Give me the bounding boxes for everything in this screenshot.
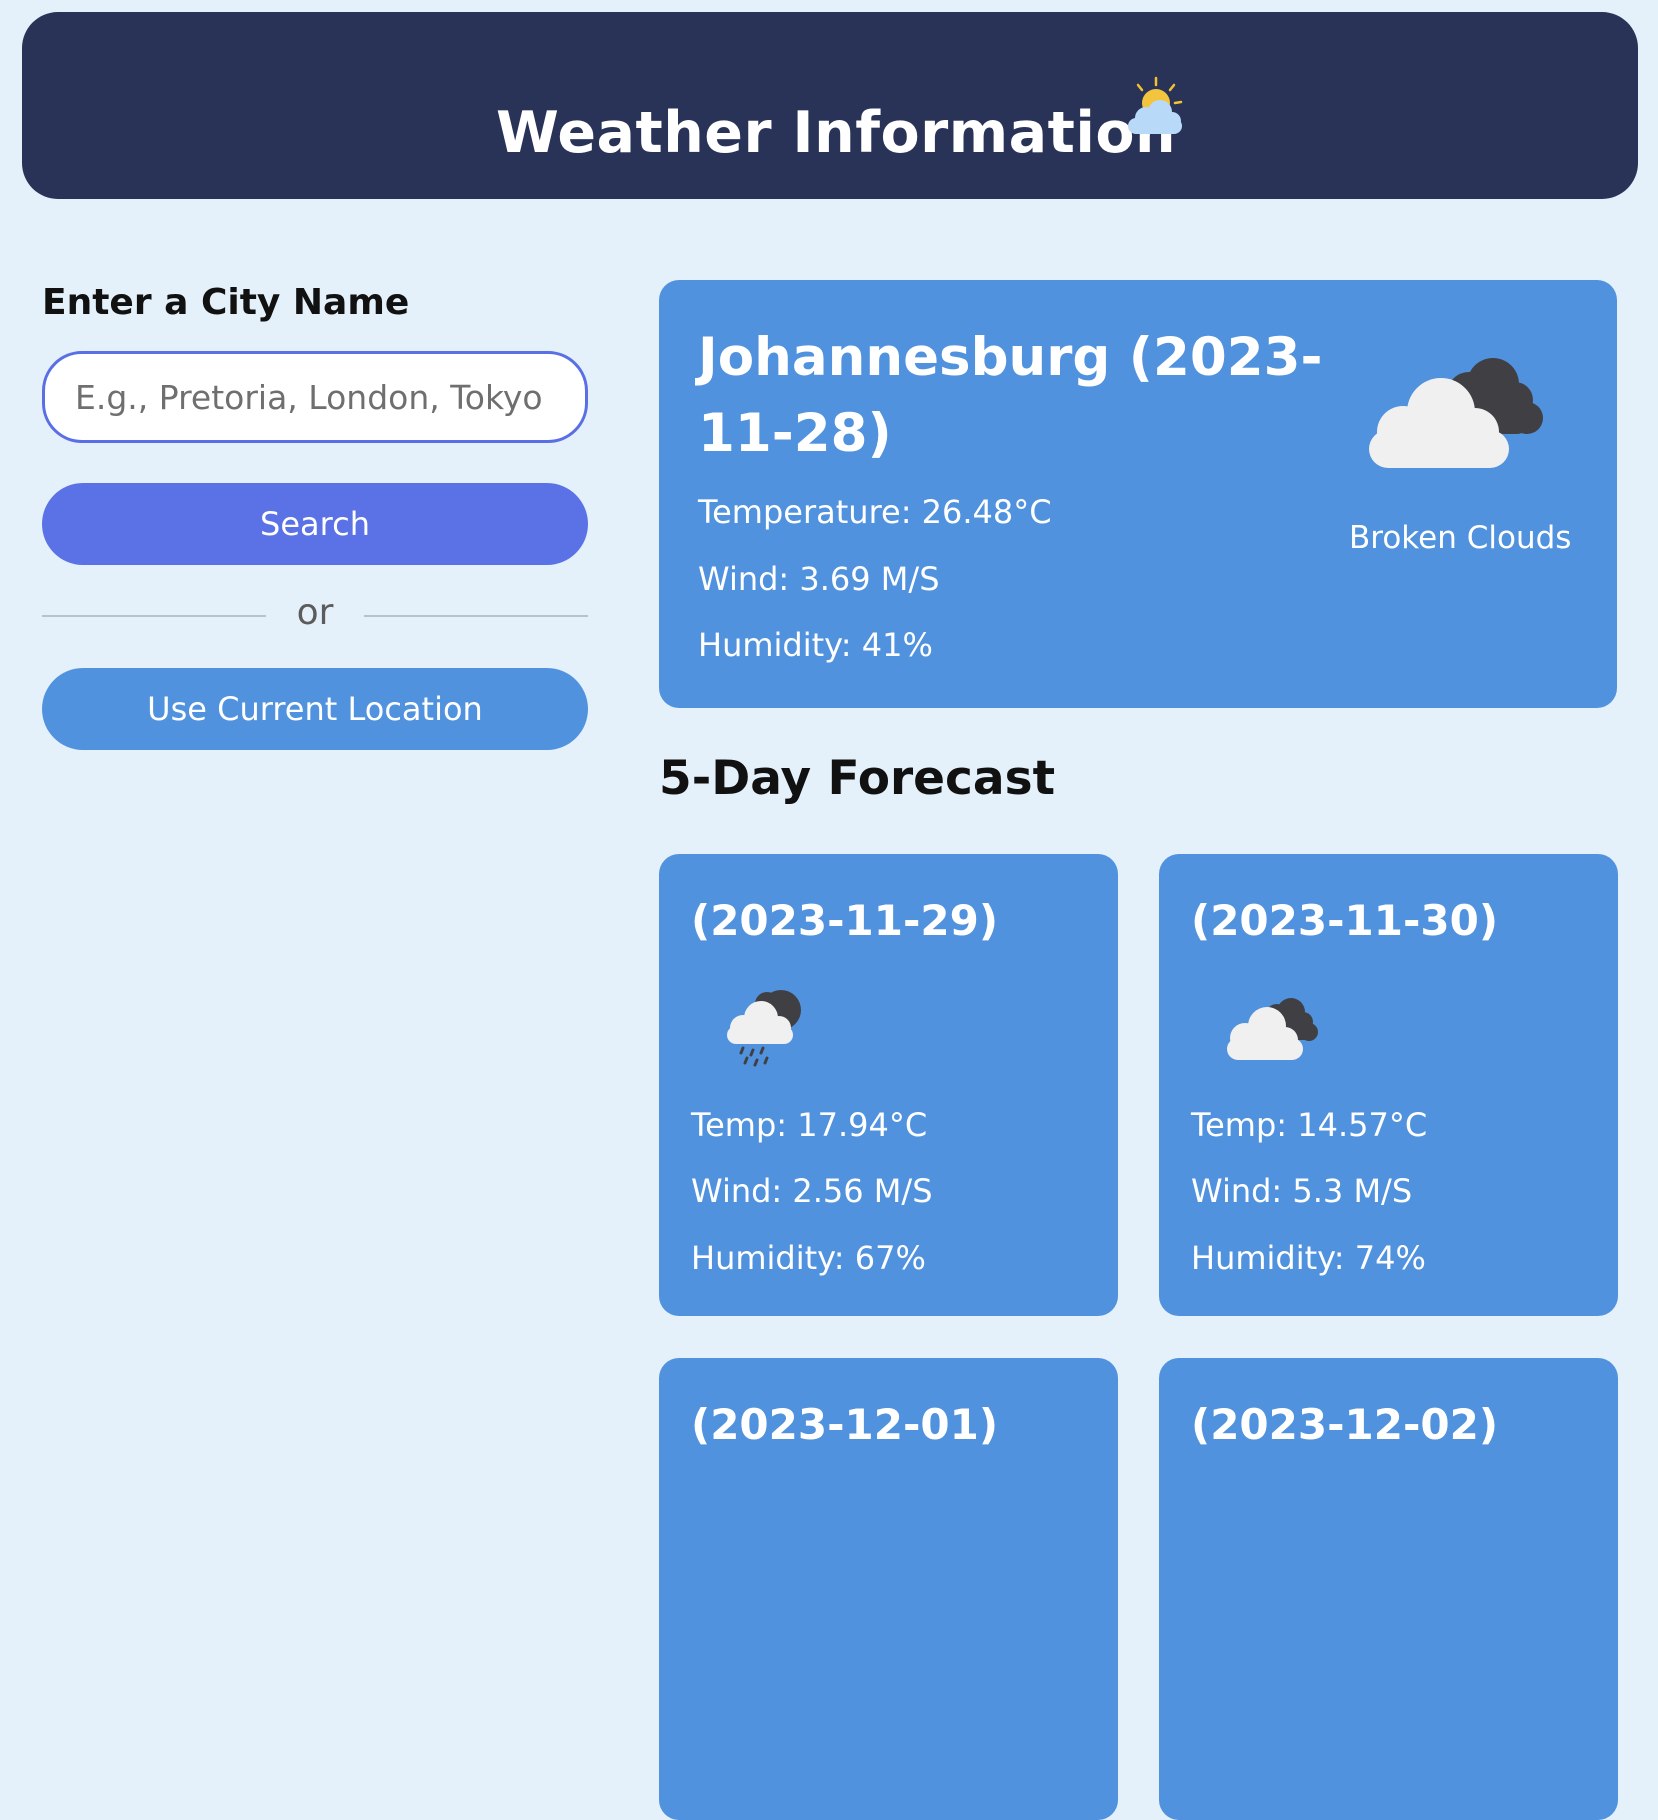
current-humidity: Humidity: 41% [698,626,933,664]
forecast-card: (2023-12-02) [1159,1358,1618,1820]
rain-cloud-icon [727,990,801,1067]
forecast-temp: Temp: 17.94°C [691,1106,928,1144]
forecast-date: (2023-11-29) [691,896,999,945]
current-weather-description: Broken Clouds [1349,520,1572,556]
app-header: Weather Information [22,12,1638,199]
current-city-date: Johannesburg (2023-11-28) [698,327,1323,464]
forecast-card: (2023-11-29) Temp: 17.94°C Wind: 2.56 M/… [659,854,1118,1316]
use-current-location-button[interactable]: Use Current Location [42,668,588,750]
forecast-heading: 5-Day Forecast [659,751,1056,806]
or-divider: or [42,590,588,640]
forecast-humidity: Humidity: 67% [691,1239,926,1277]
forecast-humidity: Humidity: 74% [1191,1239,1426,1277]
current-wind: Wind: 3.69 M/S [698,560,940,598]
forecast-date: (2023-12-02) [1191,1400,1499,1449]
page-title: Weather Information [496,100,1177,166]
forecast-date: (2023-11-30) [1191,896,1499,945]
forecast-card: (2023-11-30) Temp: 14.57°C Wind: 5.3 M/S… [1159,854,1618,1316]
current-temperature: Temperature: 26.48°C [698,493,1052,531]
sun-behind-cloud-icon [1128,76,1183,134]
or-label: or [296,592,334,633]
broken-clouds-icon [1227,998,1318,1060]
forecast-card: (2023-12-01) [659,1358,1118,1820]
search-button[interactable]: Search [42,483,588,565]
forecast-temp: Temp: 14.57°C [1191,1106,1428,1144]
city-input-label: Enter a City Name [42,282,410,323]
city-search-input[interactable] [42,351,588,443]
forecast-date: (2023-12-01) [691,1400,999,1449]
forecast-wind: Wind: 2.56 M/S [691,1172,933,1210]
broken-clouds-icon [1369,358,1543,468]
forecast-wind: Wind: 5.3 M/S [1191,1172,1413,1210]
current-weather-card: Johannesburg (2023-11-28) Temperature: 2… [659,280,1617,708]
divider-line-right [364,615,588,617]
